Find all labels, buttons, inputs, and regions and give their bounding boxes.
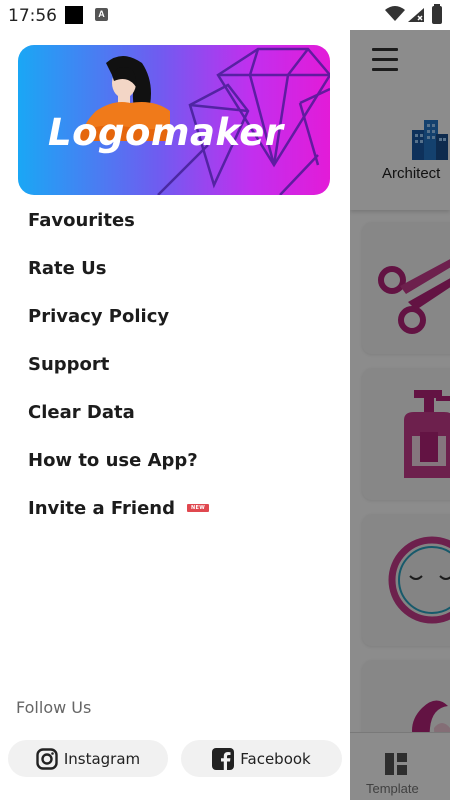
menu-item-favourites[interactable]: Favourites: [28, 196, 328, 244]
signal-icon: [408, 8, 424, 22]
notification-square-icon: [65, 6, 83, 24]
navigation-drawer: Logomaker Favourites Rate Us Privacy Pol…: [0, 30, 350, 800]
drawer-scrim[interactable]: [350, 30, 450, 800]
instagram-label: Instagram: [63, 749, 141, 768]
menu-item-clear-data[interactable]: Clear Data: [28, 388, 328, 436]
instagram-icon: [36, 747, 58, 770]
menu-item-support[interactable]: Support: [28, 340, 328, 388]
facebook-button[interactable]: Facebook: [181, 740, 342, 777]
status-bar: 17:56 A: [0, 0, 450, 30]
menu-item-how-to-use[interactable]: How to use App?: [28, 436, 328, 484]
menu-item-label: Rate Us: [28, 257, 107, 279]
facebook-icon: [212, 747, 235, 770]
menu-item-label: Support: [28, 353, 110, 375]
new-badge: NEW: [187, 504, 210, 512]
instagram-button[interactable]: Instagram: [8, 740, 168, 777]
drawer-banner: Logomaker: [18, 45, 330, 195]
battery-icon: [432, 6, 442, 24]
menu-item-label: Invite a Friend: [28, 497, 176, 519]
menu-item-label: Clear Data: [28, 401, 135, 423]
menu-item-label: How to use App?: [28, 449, 198, 471]
menu-item-rate-us[interactable]: Rate Us: [28, 244, 328, 292]
wifi-icon: [385, 6, 405, 21]
follow-us-label: Follow Us: [16, 698, 92, 717]
menu-item-label: Favourites: [28, 209, 135, 231]
menu-item-label: Privacy Policy: [28, 305, 170, 327]
a-icon: A: [95, 8, 108, 21]
menu-item-privacy-policy[interactable]: Privacy Policy: [28, 292, 328, 340]
banner-title: Logomaker: [48, 111, 284, 154]
status-time: 17:56: [8, 6, 57, 26]
menu-item-invite-friend[interactable]: Invite a Friend NEW: [28, 484, 328, 532]
facebook-label: Facebook: [240, 749, 311, 768]
drawer-menu: Favourites Rate Us Privacy Policy Suppor…: [28, 196, 328, 532]
